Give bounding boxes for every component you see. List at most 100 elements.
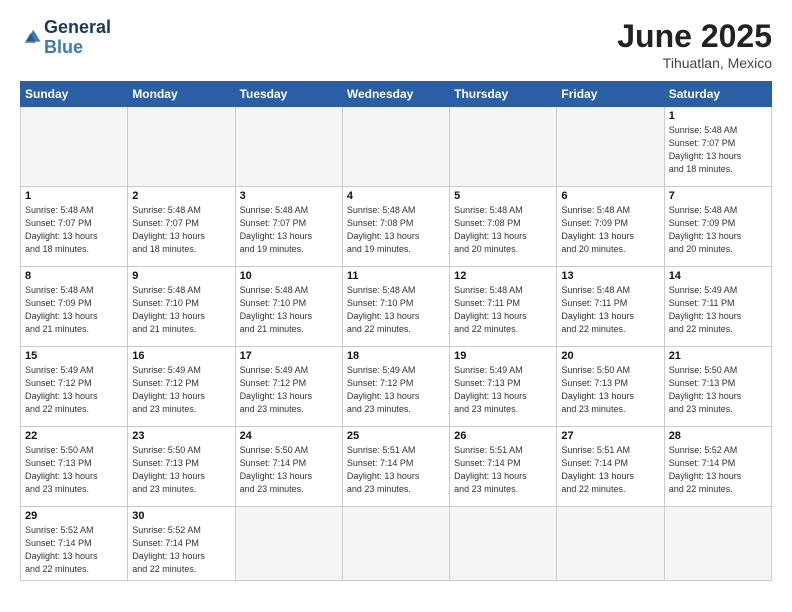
day-info: Sunrise: 5:52 AMSunset: 7:14 PMDaylight:… <box>25 524 123 576</box>
day-info: Sunrise: 5:50 AMSunset: 7:13 PMDaylight:… <box>561 364 659 416</box>
day-number: 2 <box>132 190 230 202</box>
table-row: 28 Sunrise: 5:52 AMSunset: 7:14 PMDayligh… <box>664 427 771 507</box>
table-row: 23 Sunrise: 5:50 AMSunset: 7:13 PMDayligh… <box>128 427 235 507</box>
table-row: 11Sunrise: 5:48 AMSunset: 7:10 PMDayligh… <box>342 267 449 347</box>
day-number: 22 <box>25 430 123 442</box>
title-block: June 2025 Tihuatlan, Mexico <box>617 18 772 71</box>
day-info: Sunrise: 5:50 AMSunset: 7:13 PMDaylight:… <box>132 444 230 496</box>
day-info: Sunrise: 5:50 AMSunset: 7:14 PMDaylight:… <box>240 444 338 496</box>
day-info: Sunrise: 5:48 AMSunset: 7:11 PMDaylight:… <box>454 284 552 336</box>
day-number: 25 <box>347 430 445 442</box>
table-row: 6 Sunrise: 5:48 AMSunset: 7:09 PMDaylight… <box>557 187 664 267</box>
day-info: Sunrise: 5:49 AMSunset: 7:12 PMDaylight:… <box>240 364 338 416</box>
table-row: 7 Sunrise: 5:48 AMSunset: 7:09 PMDaylight… <box>664 187 771 267</box>
day-number: 15 <box>25 350 123 362</box>
day-number: 11 <box>347 270 445 282</box>
col-monday: Monday <box>128 82 235 107</box>
table-row: 9Sunrise: 5:48 AMSunset: 7:10 PMDaylight… <box>128 267 235 347</box>
calendar-week-row: 29 Sunrise: 5:52 AMSunset: 7:14 PMDayligh… <box>21 507 772 581</box>
calendar: Sunday Monday Tuesday Wednesday Thursday… <box>20 81 772 581</box>
table-row: 20Sunrise: 5:50 AMSunset: 7:13 PMDayligh… <box>557 347 664 427</box>
day-number: 26 <box>454 430 552 442</box>
logo-text: General Blue <box>44 18 111 58</box>
header: General Blue June 2025 Tihuatlan, Mexico <box>20 18 772 71</box>
table-row: 12Sunrise: 5:48 AMSunset: 7:11 PMDayligh… <box>450 267 557 347</box>
day-info: Sunrise: 5:48 AMSunset: 7:11 PMDaylight:… <box>561 284 659 336</box>
day-info: Sunrise: 5:48 AMSunset: 7:09 PMDaylight:… <box>25 284 123 336</box>
day-info: Sunrise: 5:48 AMSunset: 7:07 PMDaylight:… <box>132 204 230 256</box>
day-info: Sunrise: 5:49 AMSunset: 7:12 PMDaylight:… <box>25 364 123 416</box>
day-number: 28 <box>669 430 767 442</box>
table-row <box>342 507 449 581</box>
calendar-week-row: 1Sunrise: 5:48 AMSunset: 7:07 PMDaylight… <box>21 107 772 187</box>
table-row: 22 Sunrise: 5:50 AMSunset: 7:13 PMDayligh… <box>21 427 128 507</box>
calendar-week-row: 15 Sunrise: 5:49 AMSunset: 7:12 PMDayligh… <box>21 347 772 427</box>
table-row: 19Sunrise: 5:49 AMSunset: 7:13 PMDayligh… <box>450 347 557 427</box>
day-number: 29 <box>25 510 123 522</box>
table-row <box>664 507 771 581</box>
day-info: Sunrise: 5:48 AMSunset: 7:10 PMDaylight:… <box>240 284 338 336</box>
day-number: 19 <box>454 350 552 362</box>
table-row: 4 Sunrise: 5:48 AMSunset: 7:08 PMDaylight… <box>342 187 449 267</box>
table-row: 13 Sunrise: 5:48 AMSunset: 7:11 PMDayligh… <box>557 267 664 347</box>
table-row: 2 Sunrise: 5:48 AMSunset: 7:07 PMDaylight… <box>128 187 235 267</box>
day-number: 1 <box>669 110 767 122</box>
calendar-week-row: 1Sunrise: 5:48 AMSunset: 7:07 PMDaylight… <box>21 187 772 267</box>
day-info: Sunrise: 5:48 AMSunset: 7:09 PMDaylight:… <box>669 204 767 256</box>
table-row: 21Sunrise: 5:50 AMSunset: 7:13 PMDayligh… <box>664 347 771 427</box>
day-number: 18 <box>347 350 445 362</box>
day-number: 7 <box>669 190 767 202</box>
table-row <box>557 107 664 187</box>
day-number: 10 <box>240 270 338 282</box>
calendar-header-row: Sunday Monday Tuesday Wednesday Thursday… <box>21 82 772 107</box>
col-wednesday: Wednesday <box>342 82 449 107</box>
table-row: 18Sunrise: 5:49 AMSunset: 7:12 PMDayligh… <box>342 347 449 427</box>
day-number: 3 <box>240 190 338 202</box>
table-row: 3Sunrise: 5:48 AMSunset: 7:07 PMDaylight… <box>235 187 342 267</box>
day-number: 23 <box>132 430 230 442</box>
table-row: 26 Sunrise: 5:51 AMSunset: 7:14 PMDayligh… <box>450 427 557 507</box>
table-row: 5Sunrise: 5:48 AMSunset: 7:08 PMDaylight… <box>450 187 557 267</box>
calendar-week-row: 22 Sunrise: 5:50 AMSunset: 7:13 PMDayligh… <box>21 427 772 507</box>
day-info: Sunrise: 5:52 AMSunset: 7:14 PMDaylight:… <box>132 524 230 576</box>
table-row: 15 Sunrise: 5:49 AMSunset: 7:12 PMDayligh… <box>21 347 128 427</box>
table-row: 27 Sunrise: 5:51 AMSunset: 7:14 PMDayligh… <box>557 427 664 507</box>
day-info: Sunrise: 5:50 AMSunset: 7:13 PMDaylight:… <box>25 444 123 496</box>
table-row: 29 Sunrise: 5:52 AMSunset: 7:14 PMDayligh… <box>21 507 128 581</box>
table-row <box>235 507 342 581</box>
table-row: 24 Sunrise: 5:50 AMSunset: 7:14 PMDayligh… <box>235 427 342 507</box>
col-sunday: Sunday <box>21 82 128 107</box>
day-info: Sunrise: 5:49 AMSunset: 7:11 PMDaylight:… <box>669 284 767 336</box>
col-tuesday: Tuesday <box>235 82 342 107</box>
day-info: Sunrise: 5:51 AMSunset: 7:14 PMDaylight:… <box>347 444 445 496</box>
day-number: 5 <box>454 190 552 202</box>
table-row <box>450 107 557 187</box>
day-info: Sunrise: 5:48 AMSunset: 7:09 PMDaylight:… <box>561 204 659 256</box>
table-row: 1Sunrise: 5:48 AMSunset: 7:07 PMDaylight… <box>664 107 771 187</box>
calendar-week-row: 8Sunrise: 5:48 AMSunset: 7:09 PMDaylight… <box>21 267 772 347</box>
table-row: 30 Sunrise: 5:52 AMSunset: 7:14 PMDayligh… <box>128 507 235 581</box>
month-title: June 2025 <box>617 18 772 55</box>
day-number: 14 <box>669 270 767 282</box>
table-row <box>342 107 449 187</box>
day-number: 24 <box>240 430 338 442</box>
day-info: Sunrise: 5:52 AMSunset: 7:14 PMDaylight:… <box>669 444 767 496</box>
day-number: 21 <box>669 350 767 362</box>
day-info: Sunrise: 5:48 AMSunset: 7:08 PMDaylight:… <box>347 204 445 256</box>
day-number: 6 <box>561 190 659 202</box>
day-number: 27 <box>561 430 659 442</box>
day-info: Sunrise: 5:48 AMSunset: 7:10 PMDaylight:… <box>132 284 230 336</box>
day-info: Sunrise: 5:51 AMSunset: 7:14 PMDaylight:… <box>561 444 659 496</box>
day-number: 4 <box>347 190 445 202</box>
logo: General Blue <box>20 18 111 58</box>
page: General Blue June 2025 Tihuatlan, Mexico… <box>0 0 792 612</box>
table-row <box>235 107 342 187</box>
location: Tihuatlan, Mexico <box>617 55 772 71</box>
day-number: 30 <box>132 510 230 522</box>
table-row <box>21 107 128 187</box>
day-number: 13 <box>561 270 659 282</box>
table-row <box>128 107 235 187</box>
table-row: 17Sunrise: 5:49 AMSunset: 7:12 PMDayligh… <box>235 347 342 427</box>
day-info: Sunrise: 5:51 AMSunset: 7:14 PMDaylight:… <box>454 444 552 496</box>
col-friday: Friday <box>557 82 664 107</box>
